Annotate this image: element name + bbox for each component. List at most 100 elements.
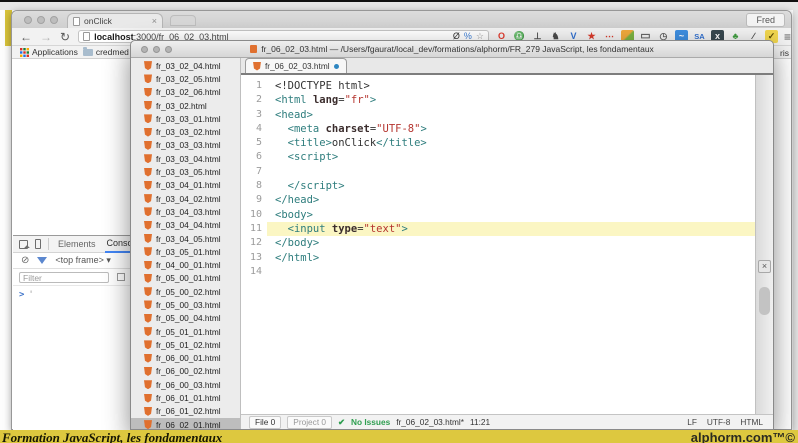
status-eol[interactable]: LF (687, 417, 697, 427)
file-tree-item[interactable]: fr_05_01_01.html (131, 325, 240, 338)
code-line[interactable] (267, 165, 755, 179)
file-tree-item[interactable]: fr_06_00_02.html (131, 365, 240, 378)
html-file-icon (144, 61, 152, 71)
desktop-strip (0, 2, 798, 10)
status-file[interactable]: File 0 (249, 415, 282, 429)
code-line[interactable]: <title>onClick</title> (267, 136, 755, 150)
code-line[interactable]: <html lang="fr"> (267, 93, 755, 107)
bookmark-partial-label[interactable]: ris (780, 48, 789, 58)
file-tree-item[interactable]: fr_06_02_01.html (131, 418, 240, 429)
code-line[interactable]: <!DOCTYPE html> (267, 79, 755, 93)
file-tree-item[interactable]: fr_03_04_01.html (131, 179, 240, 192)
file-tree-item[interactable]: fr_03_03_04.html (131, 152, 240, 165)
file-name: fr_03_05_01.html (156, 246, 221, 257)
editor-zoom-button[interactable] (165, 46, 172, 53)
file-tree-item[interactable]: fr_06_01_02.html (131, 405, 240, 418)
file-name: fr_03_04_04.html (156, 220, 221, 231)
status-mode[interactable]: HTML (740, 417, 763, 427)
file-tree-item[interactable]: fr_05_00_03.html (131, 298, 240, 311)
close-tab-icon[interactable]: × (152, 16, 157, 26)
code-line[interactable]: <script> (267, 150, 755, 164)
editor-minimize-button[interactable] (153, 46, 160, 53)
file-tree-item[interactable]: fr_06_00_03.html (131, 378, 240, 391)
file-tree-item[interactable]: fr_03_02.html (131, 99, 240, 112)
html-file-icon (144, 300, 152, 310)
new-tab-button[interactable] (170, 15, 196, 26)
code-line[interactable]: </head> (267, 193, 755, 207)
file-tree-item[interactable]: fr_06_01_01.html (131, 391, 240, 404)
back-button[interactable]: ← (20, 31, 32, 43)
code-line[interactable] (267, 265, 755, 279)
file-name: fr_06_01_02.html (156, 406, 221, 417)
file-tree-item[interactable]: fr_03_02_04.html (131, 59, 240, 72)
filter-funnel-icon[interactable] (37, 257, 48, 264)
code-line[interactable]: </body> (267, 236, 755, 250)
editor-close-button[interactable] (141, 46, 148, 53)
file-tree-item[interactable]: fr_05_00_02.html (131, 285, 240, 298)
html-file-icon (144, 406, 152, 416)
code-line[interactable]: <body> (267, 208, 755, 222)
status-project[interactable]: Project 0 (287, 415, 333, 429)
file-tree: fr_03_02_04.html fr_03_02_05.html fr_03_02… (131, 58, 241, 429)
code-line[interactable]: <head> (267, 108, 755, 122)
file-tree-item[interactable]: fr_03_03_02.html (131, 125, 240, 138)
code-line[interactable]: <meta charset="UTF-8"> (267, 122, 755, 136)
file-tree-item[interactable]: fr_05_00_04.html (131, 312, 240, 325)
minimize-window-button[interactable] (37, 16, 45, 24)
code-line[interactable]: </script> (267, 179, 755, 193)
tab-elements[interactable]: Elements (56, 237, 98, 252)
html-file-icon (144, 247, 152, 257)
close-window-button[interactable] (24, 16, 32, 24)
forward-button[interactable]: → (40, 31, 52, 43)
file-tree-item[interactable]: fr_03_03_01.html (131, 112, 240, 125)
file-name: fr_03_04_03.html (156, 206, 221, 217)
file-name: fr_04_00_01.html (156, 260, 221, 271)
code-line-highlighted[interactable]: <input type="text"> (267, 221, 755, 237)
clear-console-icon[interactable]: ⊘ (21, 255, 29, 266)
editor-titlebar[interactable]: fr_06_02_03.html — /Users/fgaurat/local_… (131, 41, 773, 58)
file-tree-item[interactable]: fr_06_00_01.html (131, 352, 240, 365)
frame-selector-label: <top frame> (55, 255, 104, 265)
bookmark-applications[interactable]: Applications (20, 47, 78, 57)
file-tree-item[interactable]: fr_03_03_05.html (131, 165, 240, 178)
line-number: 5 (255, 137, 262, 149)
status-encoding[interactable]: UTF-8 (707, 417, 731, 427)
code-area[interactable]: <!DOCTYPE html> <html lang="fr"> <head> <m… (267, 75, 755, 414)
reload-button[interactable]: ↻ (60, 31, 70, 43)
browser-tab[interactable]: onClick × (67, 13, 163, 28)
file-tree-item[interactable]: fr_04_00_01.html (131, 258, 240, 271)
line-number: 8 (255, 180, 262, 192)
status-issues[interactable]: No Issues (351, 417, 390, 427)
inspect-element-icon[interactable] (19, 239, 28, 249)
tab-strip: onClick × Fred (12, 11, 791, 28)
zoom-window-button[interactable] (50, 16, 58, 24)
regex-checkbox[interactable] (117, 273, 125, 281)
file-name: fr_06_00_03.html (156, 379, 221, 390)
scrollbar-thumb[interactable] (759, 287, 770, 315)
file-tree-item[interactable]: fr_03_04_02.html (131, 192, 240, 205)
file-tree-item[interactable]: fr_05_00_01.html (131, 272, 240, 285)
file-tree-item[interactable]: fr_05_01_02.html (131, 338, 240, 351)
frame-selector[interactable]: <top frame> ▾ (55, 255, 111, 266)
code-line[interactable]: </html> (267, 251, 755, 265)
file-tree-item[interactable]: fr_03_05_01.html (131, 245, 240, 258)
file-name: fr_05_00_04.html (156, 313, 221, 324)
file-tree-item[interactable]: fr_03_04_05.html (131, 232, 240, 245)
file-tree-item[interactable]: fr_03_02_05.html (131, 72, 240, 85)
device-toolbar-icon[interactable] (35, 239, 41, 249)
file-tree-item[interactable]: fr_03_02_06.html (131, 86, 240, 99)
bookmark-credmed[interactable]: credmed (82, 46, 129, 57)
file-tree-item[interactable]: fr_03_04_03.html (131, 205, 240, 218)
file-tree-item[interactable]: fr_03_03_03.html (131, 139, 240, 152)
filter-input[interactable]: Filter (19, 271, 109, 283)
file-tree-item[interactable]: fr_03_04_04.html (131, 219, 240, 232)
code-editor[interactable]: 1 2 3 4 5 6 7 8 9 10 11 12 13 14 <!DOCTYPE html> <html… (241, 75, 773, 414)
profile-button[interactable]: Fred (746, 13, 785, 27)
file-name: fr_03_02_06.html (156, 87, 221, 98)
close-panel-icon[interactable]: × (758, 260, 771, 273)
chrome-menu-icon[interactable]: ≡ (784, 30, 791, 44)
line-number: 12 (249, 237, 262, 249)
editor-scrollbar[interactable]: × (755, 75, 773, 414)
editor-tab[interactable]: fr_06_02_03.html (245, 58, 347, 73)
file-name: fr_03_04_01.html (156, 180, 221, 191)
